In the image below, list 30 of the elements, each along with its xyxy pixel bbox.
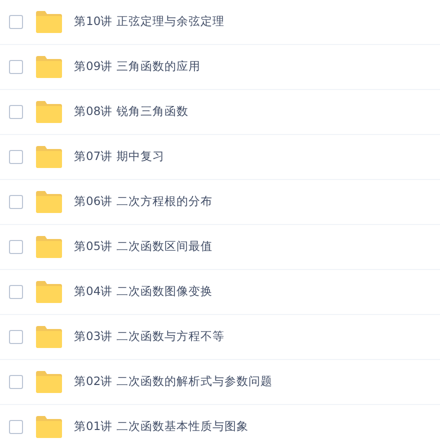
- folder-name[interactable]: 第10讲 正弦定理与余弦定理: [74, 13, 224, 31]
- folder-icon: [36, 146, 62, 168]
- folder-name[interactable]: 第04讲 二次函数图像变换: [74, 283, 212, 301]
- folder-name[interactable]: 第03讲 二次函数与方程不等: [74, 328, 224, 346]
- folder-icon: [36, 416, 62, 438]
- folder-icon: [36, 371, 62, 393]
- checkbox[interactable]: [9, 375, 23, 389]
- folder-icon: [36, 191, 62, 213]
- checkbox[interactable]: [9, 150, 23, 164]
- checkbox[interactable]: [9, 285, 23, 299]
- folder-name[interactable]: 第01讲 二次函数基本性质与图象: [74, 418, 248, 436]
- checkbox[interactable]: [9, 105, 23, 119]
- folder-name[interactable]: 第09讲 三角函数的应用: [74, 58, 200, 76]
- checkbox[interactable]: [9, 15, 23, 29]
- folder-name[interactable]: 第06讲 二次方程根的分布: [74, 193, 212, 211]
- folder-name[interactable]: 第05讲 二次函数区间最值: [74, 238, 212, 256]
- checkbox[interactable]: [9, 195, 23, 209]
- checkbox[interactable]: [9, 240, 23, 254]
- folder-icon: [36, 101, 62, 123]
- checkbox[interactable]: [9, 60, 23, 74]
- folder-icon: [36, 11, 62, 33]
- folder-icon: [36, 281, 62, 303]
- folder-name[interactable]: 第07讲 期中复习: [74, 148, 164, 166]
- folder-icon: [36, 56, 62, 78]
- checkbox[interactable]: [9, 330, 23, 344]
- folder-name[interactable]: 第02讲 二次函数的解析式与参数问题: [74, 373, 272, 391]
- checkbox[interactable]: [9, 420, 23, 434]
- folder-icon: [36, 326, 62, 348]
- folder-name[interactable]: 第08讲 锐角三角函数: [74, 103, 188, 121]
- folder-icon: [36, 236, 62, 258]
